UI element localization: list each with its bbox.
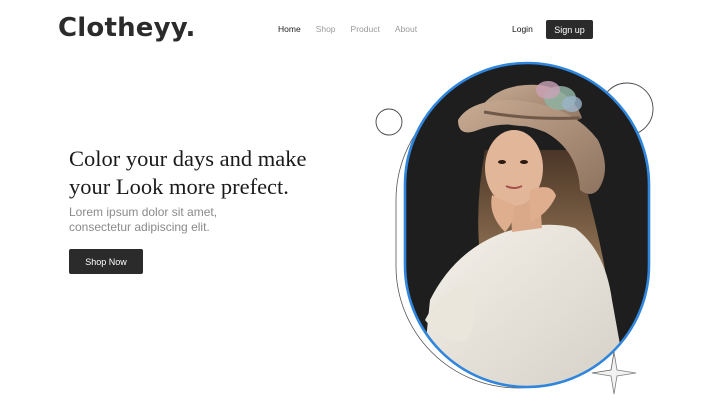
small-circle-shape: [375, 108, 403, 136]
hero-visual: [375, 61, 654, 395]
hero-photo: [405, 63, 649, 387]
